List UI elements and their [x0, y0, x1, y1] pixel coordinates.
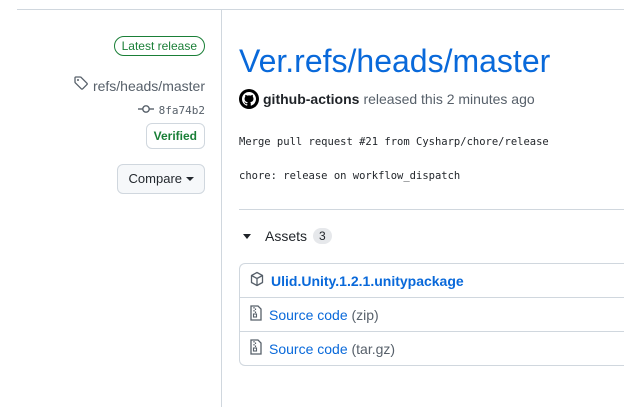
file-zip-icon [249, 339, 263, 358]
git-commit-icon [137, 101, 154, 119]
release-title[interactable]: Ver.refs/heads/master [239, 40, 550, 82]
release-sidebar: Latest release refs/heads/master 8fa74b2… [0, 0, 221, 407]
assets-label: Assets [265, 228, 308, 244]
format-label: (tar.gz) [351, 340, 396, 357]
asset-link[interactable]: Ulid.Unity.1.2.1.unitypackage [271, 273, 464, 289]
caret-down-icon [186, 177, 194, 181]
tag-link[interactable]: refs/heads/master [73, 75, 205, 96]
assets-count-badge: 3 [313, 228, 332, 244]
asset-row[interactable]: Ulid.Unity.1.2.1.unitypackage [240, 264, 624, 297]
commit-link[interactable]: 8fa74b2 [137, 101, 205, 119]
file-zip-icon [249, 305, 263, 324]
source-code-label: Source code [269, 306, 348, 323]
sidebar-divider [221, 10, 222, 407]
compare-button[interactable]: Compare [116, 164, 205, 194]
release-main: Ver.refs/heads/master github-actions rel… [239, 0, 624, 407]
assets-toggle[interactable]: Assets 3 [243, 228, 332, 244]
tag-label: refs/heads/master [92, 77, 205, 94]
release-body-line: Merge pull request #21 from Cysharp/chor… [239, 136, 549, 148]
github-mark-icon [242, 92, 256, 106]
source-targz-link[interactable]: Source code (tar.gz) [269, 341, 395, 357]
compare-label: Compare [128, 171, 182, 186]
triangle-down-icon [243, 233, 251, 239]
source-code-label: Source code [269, 340, 348, 357]
assets-list: Ulid.Unity.1.2.1.unitypackage Source cod… [239, 263, 624, 366]
latest-release-badge: Latest release [113, 36, 205, 56]
source-zip-link[interactable]: Source code (zip) [269, 307, 379, 323]
asset-row[interactable]: Source code (zip) [240, 297, 624, 331]
released-time: released this 2 minutes ago [363, 91, 535, 107]
release-body-line: chore: release on workflow_dispatch [239, 170, 461, 182]
release-author-row: github-actions released this 2 minutes a… [239, 89, 535, 109]
verified-badge[interactable]: Verified [145, 123, 205, 149]
commit-sha: 8fa74b2 [158, 103, 205, 117]
tag-icon [73, 75, 89, 96]
author-link[interactable]: github-actions [263, 91, 359, 107]
package-icon [249, 271, 265, 290]
asset-row[interactable]: Source code (tar.gz) [240, 331, 624, 365]
github-actions-avatar[interactable] [239, 89, 259, 109]
format-label: (zip) [351, 306, 379, 323]
assets-divider [239, 209, 624, 210]
